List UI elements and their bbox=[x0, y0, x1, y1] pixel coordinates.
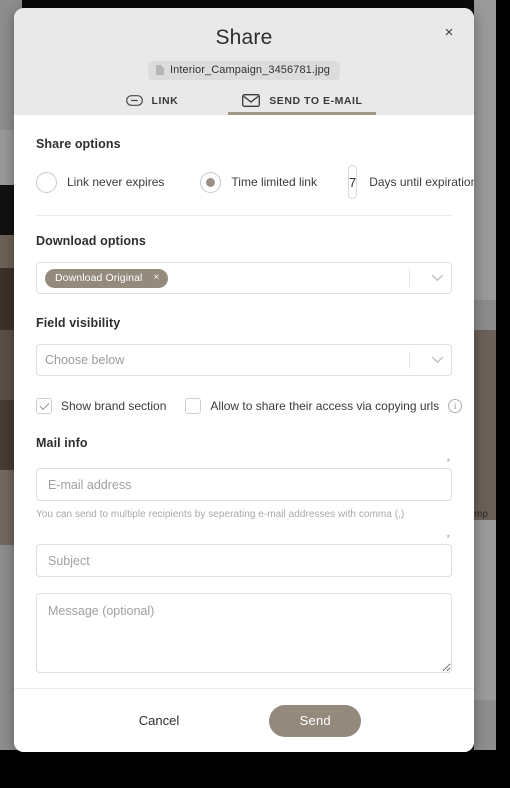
chevron-down-icon[interactable] bbox=[423, 274, 451, 282]
checkbox-label-brand: Show brand section bbox=[61, 399, 167, 413]
file-name: Interior_Campaign_3456781.jpg bbox=[169, 64, 331, 76]
remove-tag-icon[interactable]: × bbox=[154, 272, 160, 283]
checkbox-box-brand bbox=[36, 398, 52, 414]
tab-send-to-email-label: SEND TO E-MAIL bbox=[269, 94, 363, 107]
subject-required-marker: * bbox=[446, 533, 450, 543]
dialog-body: Share options Link never expires Time li… bbox=[14, 115, 474, 688]
close-icon[interactable]: × bbox=[438, 22, 460, 44]
share-dialog: Share × Interior_Campaign_3456781.jpg LI… bbox=[14, 8, 474, 752]
file-chip[interactable]: Interior_Campaign_3456781.jpg bbox=[147, 61, 341, 80]
checkbox-label-copy-urls: Allow to share their access via copying … bbox=[210, 399, 440, 413]
checkbox-show-brand-section[interactable]: Show brand section bbox=[36, 398, 166, 414]
radio-link-never-expires[interactable]: Link never expires bbox=[36, 171, 165, 193]
download-options-select[interactable]: Download Original × bbox=[36, 262, 452, 294]
radio-label-never-expires: Link never expires bbox=[67, 175, 165, 189]
email-required-marker: * bbox=[446, 457, 450, 467]
background-clipped-text: mp bbox=[474, 509, 489, 520]
checkbox-allow-copy-urls[interactable]: Allow to share their access via copying … bbox=[185, 398, 439, 414]
cancel-button[interactable]: Cancel bbox=[127, 705, 191, 736]
dialog-title: Share bbox=[215, 26, 273, 49]
download-options-tag-list: Download Original × bbox=[45, 268, 409, 288]
days-until-expiration-label: Days until expiration bbox=[369, 175, 474, 189]
download-select-right bbox=[409, 269, 451, 287]
tab-send-to-email[interactable]: SEND TO E-MAIL bbox=[228, 90, 377, 115]
section-divider bbox=[36, 215, 452, 216]
send-button[interactable]: Send bbox=[269, 704, 362, 737]
select-divider bbox=[409, 351, 410, 369]
dialog-footer: Cancel Send bbox=[14, 688, 474, 752]
background-bottom-bar bbox=[0, 750, 510, 788]
days-until-expiration-input[interactable]: 7 bbox=[347, 165, 358, 199]
info-icon[interactable]: i bbox=[448, 399, 463, 413]
file-chip-container: Interior_Campaign_3456781.jpg bbox=[14, 61, 474, 80]
tab-link-label: LINK bbox=[151, 94, 179, 107]
envelope-icon bbox=[242, 94, 261, 107]
radio-circle-never-expires bbox=[36, 171, 57, 193]
field-visibility-select[interactable]: Choose below bbox=[36, 344, 452, 376]
share-options-title: Share options bbox=[36, 137, 121, 151]
subject-input[interactable] bbox=[36, 544, 452, 577]
download-original-tag[interactable]: Download Original × bbox=[45, 268, 169, 288]
field-visibility-title: Field visibility bbox=[36, 316, 121, 330]
dialog-tabs: LINK SEND TO E-MAIL bbox=[14, 90, 474, 115]
field-visibility-right bbox=[409, 351, 451, 369]
field-visibility-placeholder: Choose below bbox=[45, 353, 125, 367]
dialog-header: Share × Interior_Campaign_3456781.jpg LI… bbox=[14, 8, 474, 115]
background-right-bar bbox=[496, 0, 510, 788]
message-textarea[interactable] bbox=[36, 593, 452, 673]
select-divider bbox=[409, 269, 410, 287]
document-icon bbox=[155, 65, 164, 75]
radio-time-limited-link[interactable]: Time limited link bbox=[200, 171, 317, 193]
email-helper-text: You can send to multiple recipients by s… bbox=[36, 509, 405, 520]
mail-info-title: Mail info bbox=[36, 436, 88, 450]
chevron-down-icon[interactable] bbox=[423, 356, 451, 364]
checkbox-box-copy-urls bbox=[185, 398, 202, 414]
radio-circle-time-limited bbox=[200, 171, 222, 193]
download-options-title: Download options bbox=[36, 234, 146, 248]
share-options-row: Link never expires Time limited link 7 D… bbox=[36, 165, 474, 199]
email-address-input[interactable] bbox=[36, 468, 452, 501]
radio-label-time-limited: Time limited link bbox=[231, 175, 317, 189]
link-icon bbox=[125, 95, 143, 106]
download-original-tag-label: Download Original bbox=[55, 271, 143, 284]
permissions-row: Show brand section Allow to share their … bbox=[36, 398, 463, 414]
tab-link[interactable]: LINK bbox=[112, 90, 193, 115]
background-photo-right bbox=[474, 0, 496, 788]
